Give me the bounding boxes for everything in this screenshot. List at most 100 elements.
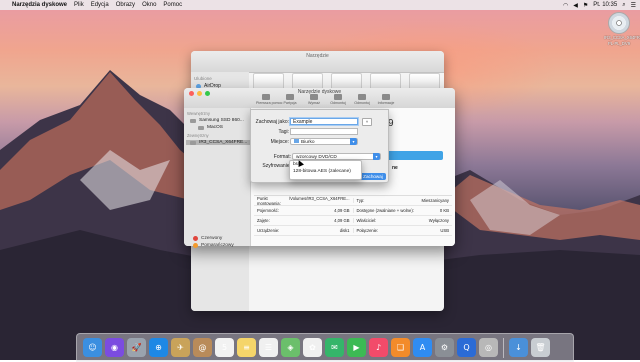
tag-label: Czerwony	[201, 236, 223, 241]
info-value: Mieszanicyany	[421, 198, 449, 203]
books-icon[interactable]: ❑	[391, 338, 410, 357]
list-icon[interactable]: ☰	[631, 2, 636, 9]
toolbar-label: Partycja	[283, 101, 297, 105]
save-as-field[interactable]: Example	[290, 118, 358, 125]
disk-utility-titlebar: Narzędzie dyskowe Pierwsza pomoc Partycj…	[184, 88, 455, 109]
trash-icon[interactable]: 🗑	[531, 338, 550, 357]
toolbar-erase[interactable]: Wymaż	[304, 94, 324, 105]
info-value: 4,09 GB	[334, 208, 350, 213]
finder-icon[interactable]: ☺	[83, 338, 102, 357]
tag-dot-icon	[193, 243, 198, 248]
siri-icon[interactable]: ◉	[105, 338, 124, 357]
volume-icon[interactable]: ◀	[573, 2, 578, 9]
info-key: Urządzenie:	[257, 228, 280, 233]
contacts-icon[interactable]: @	[193, 338, 212, 357]
expand-button[interactable]: ˅	[362, 118, 372, 126]
save-button[interactable]: Zachowaj	[360, 173, 386, 180]
music-icon[interactable]: ♪	[369, 338, 388, 357]
appstore-icon[interactable]: A	[413, 338, 432, 357]
launchpad-icon[interactable]: 🚀	[127, 338, 146, 357]
tag-item-orange[interactable]: Pomarańczowy	[193, 243, 253, 248]
notes-icon[interactable]: ≡	[237, 338, 256, 357]
sidebar-item-macos[interactable]: MacOS	[198, 125, 250, 130]
desktop-disk-icon[interactable]: IR3_CCSA_X64FRE PL-PL_DV9	[604, 12, 640, 46]
info-value: 4,09 GB	[334, 218, 350, 223]
toolbar-first-aid[interactable]: Pierwsza pomoc	[256, 94, 282, 105]
sidebar-item-internal-disk[interactable]: Samsung SSD 860...	[190, 118, 250, 123]
reminders-icon[interactable]: ☰	[259, 338, 278, 357]
table-row: Punkt montowania: /Volumes/IR3_CCSA_X64FR…	[254, 196, 452, 206]
folder-icon	[294, 139, 299, 143]
info-value: 0 KB	[439, 208, 449, 213]
safari-icon[interactable]: ⊕	[149, 338, 168, 357]
calendar-icon[interactable]: 5	[215, 338, 234, 357]
status-area: ◠ ◀ ⚑ Pt. 10:35 ⌕ ☰	[563, 0, 636, 10]
erase-icon	[310, 94, 318, 100]
toolbar-info[interactable]: Informacje	[376, 94, 396, 105]
info-value: USB	[440, 228, 449, 233]
disk-icon	[190, 118, 196, 123]
toolbar-partition[interactable]: Partycja	[280, 94, 300, 105]
finder-titlebar: Narzędzie	[191, 51, 444, 73]
photos-icon[interactable]: ✿	[303, 338, 322, 357]
save-as-label: Zachowaj jako:	[255, 119, 289, 125]
clock[interactable]: Pt. 10:35	[593, 2, 617, 8]
maps-icon[interactable]: ◈	[281, 338, 300, 357]
diskutility-icon[interactable]: ◎	[479, 338, 498, 357]
tags-label: Tagi:	[278, 129, 289, 135]
sidebar-heading-internal: Wewnętrzny	[187, 111, 210, 116]
info-key: Typ:	[356, 198, 365, 203]
menu-app-name[interactable]: Narzędzia dyskowe	[12, 2, 67, 8]
info-table: Punkt montowania: /Volumes/IR3_CCSA_X64FR…	[254, 195, 452, 236]
quicktime-icon[interactable]: Q	[457, 338, 476, 357]
sidebar-item-label: Samsung SSD 860...	[199, 118, 244, 123]
encryption-label: Szyfrowanie:	[262, 163, 291, 169]
menu-images[interactable]: Obrazy	[116, 2, 135, 8]
tag-item-red[interactable]: Czerwony	[193, 236, 253, 241]
toolbar-unmount[interactable]: Odmontuj	[328, 94, 348, 105]
format-select[interactable]: wzorcowy DVD/CD ▾	[292, 153, 381, 160]
info-icon	[382, 94, 390, 100]
facetime-icon[interactable]: ▶	[347, 338, 366, 357]
menu-bar: Narzędzia dyskowe Plik Edycja Obrazy Okn…	[0, 0, 640, 10]
menu-file[interactable]: Plik	[74, 2, 84, 8]
messages-icon[interactable]: ✉	[325, 338, 344, 357]
format-label: Format:	[273, 154, 291, 160]
menu-edit[interactable]: Edycja	[91, 2, 109, 8]
sidebar-item-label: MacOS	[207, 125, 223, 130]
first-aid-icon	[262, 94, 270, 100]
toolbar-label: Wymaż	[308, 101, 320, 105]
free-label: ne	[392, 165, 398, 171]
desktop-disk-label-2: PL-PL_DV9	[607, 41, 631, 46]
info-key: Właściciel:	[356, 218, 377, 223]
info-value: Wyłączony	[428, 218, 449, 223]
mail-icon[interactable]: ✈	[171, 338, 190, 357]
downloads-icon[interactable]: ↓	[509, 338, 528, 357]
table-row: Zajęte: 4,09 GB Właściciel: Wyłączony	[254, 216, 452, 226]
finder-tags: Czerwony Pomarańczowy	[193, 236, 253, 250]
encryption-option-aes128[interactable]: 128-bitowa AES (zalecane)	[290, 168, 361, 175]
search-icon[interactable]: ⌕	[622, 2, 625, 9]
info-key: Dostępne (zwalniane + wolne):	[356, 208, 414, 213]
unmount-icon	[334, 94, 342, 100]
tags-field[interactable]	[290, 128, 358, 135]
partition-icon	[286, 94, 294, 100]
menu-help[interactable]: Pomoc	[163, 2, 182, 8]
dock: ☺ ◉ 🚀 ⊕ ✈ @5 ≡ ☰ ◈ ✿ ✉ ▶ ♪ ❑ A ⚙ Q ◎ ↓ 🗑	[76, 333, 574, 362]
tag-label: Pomarańczowy	[201, 243, 234, 248]
where-select[interactable]: Biurko ▾	[290, 138, 358, 145]
menu-window[interactable]: Okno	[142, 2, 156, 8]
info-key: Pojemność:	[257, 208, 279, 213]
flag-icon[interactable]: ⚑	[583, 2, 588, 9]
sidebar-item-external-disk[interactable]: IR3_CCSA_X64FRE...	[186, 140, 250, 145]
toolbar-eject[interactable]: Odmontuj	[352, 94, 372, 105]
info-value: disk1	[339, 228, 350, 233]
info-key: Połączenie:	[356, 228, 379, 233]
table-row: Pojemność: 4,09 GB Dostępne (zwalniane + …	[254, 206, 452, 216]
preferences-icon[interactable]: ⚙	[435, 338, 454, 357]
info-value: /Volumes/IR3_CCSA_X64FRE...	[288, 195, 350, 201]
chevron-down-icon: ▾	[350, 138, 357, 145]
table-row: Urządzenie: disk1 Połączenie: USB	[254, 226, 452, 236]
wifi-icon[interactable]: ◠	[563, 2, 568, 9]
tag-dot-icon	[193, 236, 198, 241]
